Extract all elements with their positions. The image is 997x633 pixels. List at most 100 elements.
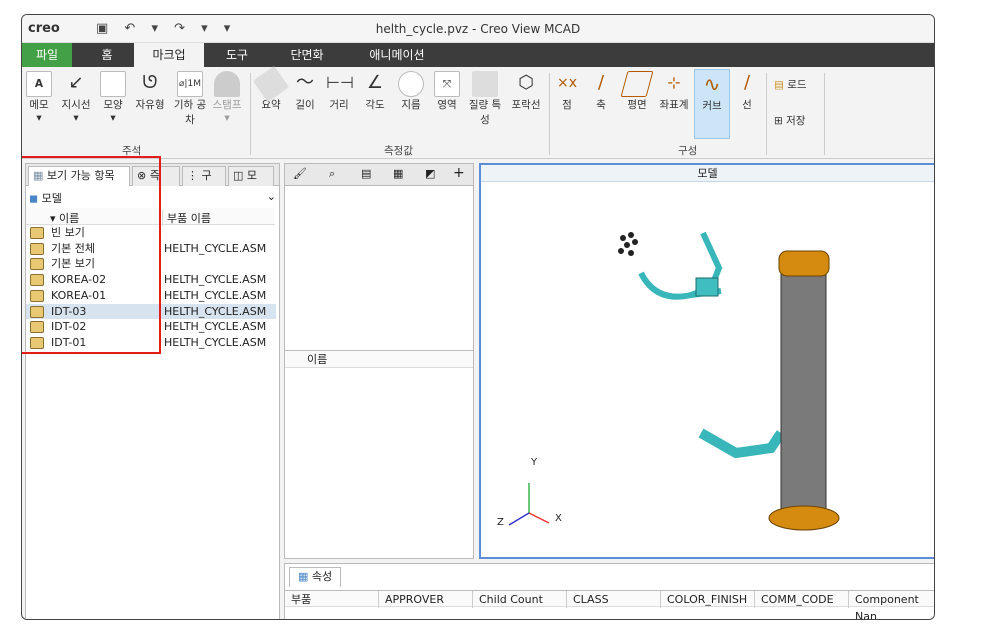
middle-panel: 🖌 ⌕ ▤ ▦ ◩ + 이름 — [284, 163, 474, 559]
part-name: HELTH_CYCLE.ASM — [164, 288, 267, 302]
chevron-down-icon: ⌄ — [266, 190, 276, 203]
curve-button[interactable]: ∿ 커브 — [694, 69, 730, 139]
stamp-icon — [214, 71, 240, 97]
ribbon-separator — [766, 73, 767, 155]
freeform-icon: ᘎ — [142, 72, 158, 93]
column-base — [768, 505, 840, 531]
axis-icon: / — [597, 72, 605, 93]
memo-button[interactable]: A 메모 ▾ — [24, 71, 54, 124]
load-button[interactable]: ▤ 로드 — [774, 77, 824, 92]
tab-properties[interactable]: ▦ 속성 — [289, 567, 342, 587]
summary-button[interactable]: 요약 — [252, 65, 290, 112]
load-icon: ▤ — [774, 79, 788, 91]
group-build-label: 구성 — [678, 145, 698, 157]
app-window: creo ▣ ↶ ▾ ↷ ▾ ▾ helth_cycle.pvz - Creo … — [21, 14, 935, 620]
area-button[interactable]: ⤧ 영역 — [432, 71, 462, 112]
axis-y-label: Y — [531, 457, 538, 468]
gdt-icon: ⌀|1M — [177, 71, 203, 97]
memo-icon: A — [26, 71, 52, 97]
column-header[interactable]: COLOR_FINISH — [661, 591, 755, 608]
plane-button[interactable]: 평면 — [620, 71, 654, 112]
stamp-button[interactable]: 스탬프 ▾ — [210, 71, 244, 124]
part-name: HELTH_CYCLE.ASM — [164, 320, 267, 334]
tab-markup[interactable]: 마크업 — [134, 43, 204, 67]
gdt-button[interactable]: ⌀|1M 기하 공차 — [172, 71, 208, 127]
search-icon[interactable]: ⌕ — [329, 167, 335, 181]
middle-panel-toolbar: 🖌 ⌕ ▤ ▦ ◩ + — [285, 164, 473, 186]
freeform-button[interactable]: ᘎ 자유형 — [132, 71, 168, 112]
model-canvas[interactable] — [481, 183, 934, 558]
tab-animation[interactable]: 애니메이션 — [357, 43, 437, 67]
window-title: helth_cycle.pvz - Creo View MCAD — [375, 22, 581, 36]
tab-section[interactable]: 단면화 — [277, 43, 337, 67]
calendar-icon[interactable]: ▦ — [393, 167, 403, 180]
axis-triad — [508, 483, 550, 526]
distance-button[interactable]: ⊢⊣ 거리 — [324, 71, 354, 112]
column — [780, 262, 827, 519]
line-button[interactable]: / 선 — [734, 71, 760, 112]
axis-x-label: X — [555, 513, 562, 524]
envelope-button[interactable]: ⬡ 포락선 — [508, 71, 544, 112]
viewport-title: 모델 — [481, 165, 934, 182]
ribbon-separator — [824, 73, 825, 155]
csys-button[interactable]: ⊹ 좌표계 — [656, 71, 692, 112]
paint-icon[interactable]: 🖌 — [293, 167, 307, 180]
plane-icon — [620, 71, 654, 97]
save-icon: ⊞ — [774, 115, 787, 127]
point-button[interactable]: ×x 점 — [554, 71, 580, 112]
length-button[interactable]: 〜 길이 — [290, 71, 320, 112]
title-bar: creo ▣ ↶ ▾ ↷ ▾ ▾ helth_cycle.pvz - Creo … — [22, 15, 934, 43]
axis-z-label: Z — [497, 517, 504, 528]
tab-file[interactable]: 파일 — [22, 43, 72, 67]
col-part-header[interactable]: 부품 이름 — [162, 210, 211, 226]
area-icon: ⤧ — [434, 71, 460, 97]
mount-plate — [695, 277, 719, 297]
group-measure-label: 측정값 — [384, 145, 413, 157]
properties-columns: 부품 APPROVER Child Count CLASS COLOR_FINISH CO… — [285, 590, 934, 619]
tab-structure[interactable]: ⋮ 구 — [182, 166, 226, 186]
angle-icon: ∠ — [366, 72, 384, 93]
distance-icon: ⊢⊣ — [326, 73, 354, 92]
part-name: HELTH_CYCLE.ASM — [164, 273, 267, 287]
diameter-button[interactable]: 지름 — [396, 71, 426, 112]
tab-home[interactable]: 홈 — [82, 43, 132, 67]
mass-icon — [472, 71, 498, 97]
middle-col-name[interactable]: 이름 — [285, 350, 473, 368]
line-icon: / — [743, 72, 751, 93]
angle-button[interactable]: ∠ 각도 — [360, 71, 390, 112]
tree-icon: ⋮ — [187, 169, 202, 182]
curve-icon: ∿ — [703, 72, 721, 96]
length-icon: 〜 — [296, 72, 314, 93]
envelope-icon: ⬡ — [518, 72, 534, 93]
model-viewport[interactable]: 모델 Y X Z — [479, 163, 934, 559]
document-icon[interactable]: ▤ — [361, 167, 371, 180]
point-icon: ×x — [556, 75, 577, 91]
table-icon: ▦ — [298, 570, 312, 583]
column-header[interactable]: Component Nan — [849, 591, 934, 619]
leader-icon: ↙ — [68, 72, 84, 93]
ribbon: A 메모 ▾ ↙ 지시선 ▾ 모양 ▾ ᘎ 자유형 ⌀|1M 기하 공차 스탬프 ▾ 주석 요약… — [22, 65, 934, 159]
column-header[interactable]: 부품 — [285, 591, 379, 608]
column-header[interactable]: Child Count — [473, 591, 567, 608]
tab-tools[interactable]: 도구 — [212, 43, 262, 67]
part-name: HELTH_CYCLE.ASM — [164, 241, 267, 255]
part-name: HELTH_CYCLE.ASM — [164, 335, 267, 349]
save-button[interactable]: ⊞ 저장 — [774, 113, 824, 128]
diameter-icon — [398, 71, 424, 97]
column-header[interactable]: CLASS — [567, 591, 661, 608]
column-header[interactable]: APPROVER — [379, 591, 473, 608]
eraser-icon[interactable]: ◩ — [425, 167, 435, 180]
mass-properties-button[interactable]: 질량 특성 — [466, 71, 504, 127]
cube-icon: ◫ — [233, 169, 247, 182]
add-icon[interactable]: + — [453, 165, 465, 181]
ruler-icon — [252, 65, 290, 103]
pedal-arm — [698, 428, 786, 459]
part-name: HELTH_CYCLE.ASM — [164, 304, 267, 318]
axis-button[interactable]: / 축 — [588, 71, 614, 112]
column-header[interactable]: COMM_CODE — [755, 591, 849, 608]
ribbon-separator — [250, 73, 251, 155]
column-cap — [778, 250, 830, 277]
tab-model[interactable]: ◫ 모 — [228, 166, 274, 186]
leader-button[interactable]: ↙ 지시선 ▾ — [58, 71, 94, 124]
shape-button[interactable]: 모양 ▾ — [96, 71, 130, 124]
